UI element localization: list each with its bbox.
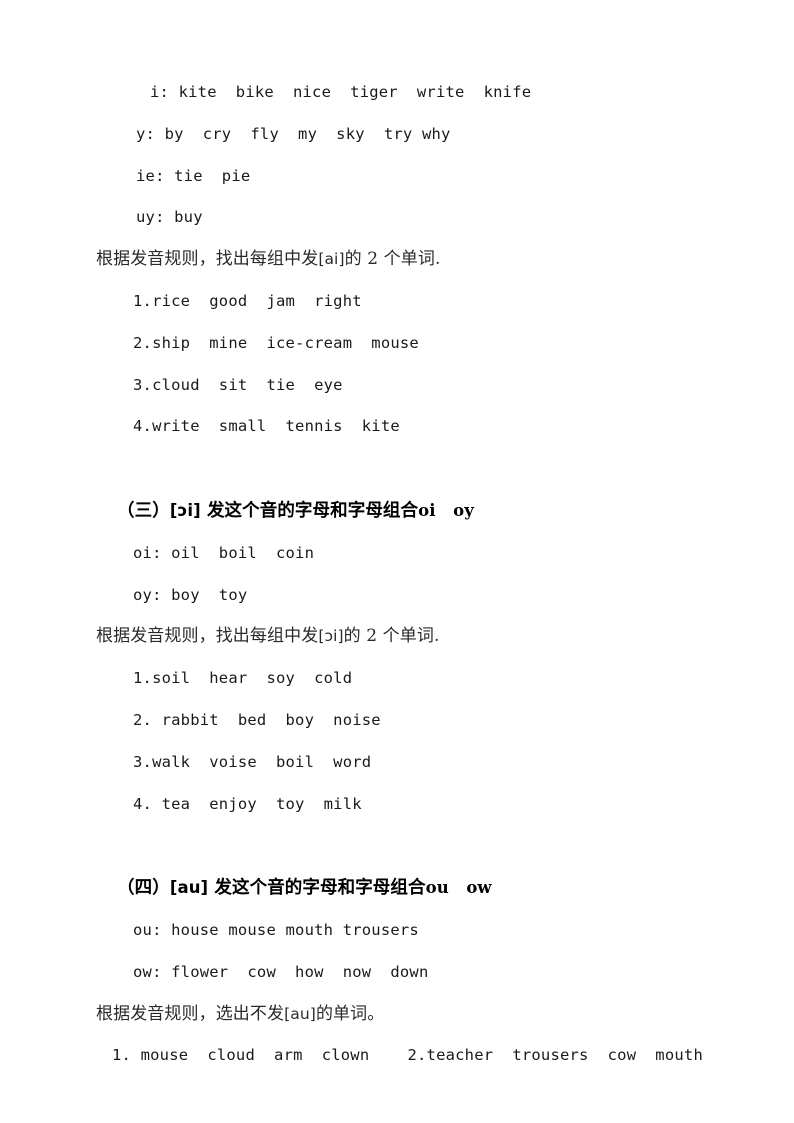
exercise-item-ai-2: 2.ship mine ice-cream mouse (133, 333, 419, 352)
pronunciation-example-ou: ou: house mouse mouth trousers (133, 920, 419, 939)
exercise-item-au-1: 1. mouse cloud arm clown 2.teacher trous… (112, 1046, 703, 1065)
pronunciation-example-ie: ie: tie pie (136, 166, 251, 185)
instruction-oi: 根据发音规则，找出每组中发[ɔi]的 2 个单词. (96, 616, 726, 658)
instruction-ai-suffix: 的 2 个单词. (344, 249, 441, 270)
section-heading-oi: （三）[ɔi] 发这个音的字母和字母组合oi oy (96, 490, 726, 533)
instruction-au-prefix: 根据发音规则，选出不发 (96, 1003, 285, 1024)
pronunciation-example-ow: ow: flower cow how now down (133, 962, 429, 981)
instruction-oi-suffix: 的 2 个单词. (343, 626, 440, 647)
section-heading-au-letters: ou ow (425, 878, 492, 898)
section-heading-oi-label: （三） (117, 500, 170, 521)
document-page: i: kite bike nice tiger write knife y: b… (0, 0, 794, 1123)
section-spacer-1 (96, 448, 726, 490)
exercise-item-ai-4: 4.write small tennis kite (133, 417, 400, 436)
section-heading-au: （四）[au] 发这个音的字母和字母组合ou ow (96, 867, 726, 910)
exercise-item-oi-1: 1.soil hear soy cold (133, 669, 353, 688)
exercise-item-oi-3: 3.walk voise boil word (133, 752, 372, 771)
pronunciation-example-oi: oi: oil boil coin (133, 543, 315, 562)
exercise-item-ai-1: 1.rice good jam right (133, 291, 362, 310)
section-heading-au-label: （四） (117, 878, 170, 899)
pronunciation-example-i: i: kite bike nice tiger write knife (150, 83, 532, 101)
section-heading-oi-text: 发这个音的字母和字母组合 (206, 500, 419, 521)
instruction-ai: 根据发音规则，找出每组中发[ai]的 2 个单词. (96, 239, 726, 281)
instruction-au-suffix: 的单词。 (315, 1003, 385, 1024)
section-heading-au-ipa: [au] (169, 878, 209, 898)
instruction-ai-ipa: [ai] (318, 250, 345, 269)
exercise-item-ai-3: 3.cloud sit tie eye (133, 375, 343, 394)
exercise-item-oi-2: 2. rabbit bed boy noise (133, 710, 381, 729)
pronunciation-example-uy: uy: buy (136, 208, 203, 227)
section-heading-oi-ipa: [ɔi] (169, 500, 201, 520)
pronunciation-example-oy: oy: boy toy (133, 585, 248, 604)
instruction-oi-ipa: [ɔi] (318, 627, 344, 646)
exercise-item-oi-4: 4. tea enjoy toy milk (133, 794, 362, 813)
instruction-oi-prefix: 根据发音规则，找出每组中发 (96, 626, 319, 647)
document-content: i: kite bike nice tiger write knife y: b… (96, 72, 726, 1077)
section-spacer-2 (96, 825, 726, 867)
section-heading-oi-letters: oi oy (418, 500, 474, 520)
pronunciation-example-y: y: by cry fly my sky try why (136, 124, 451, 143)
instruction-ai-prefix: 根据发音规则，找出每组中发 (96, 249, 319, 270)
instruction-au-ipa: [au] (284, 1004, 316, 1023)
section-heading-au-text: 发这个音的字母和字母组合 (214, 878, 426, 899)
instruction-au: 根据发音规则，选出不发[au]的单词。 (96, 994, 726, 1036)
